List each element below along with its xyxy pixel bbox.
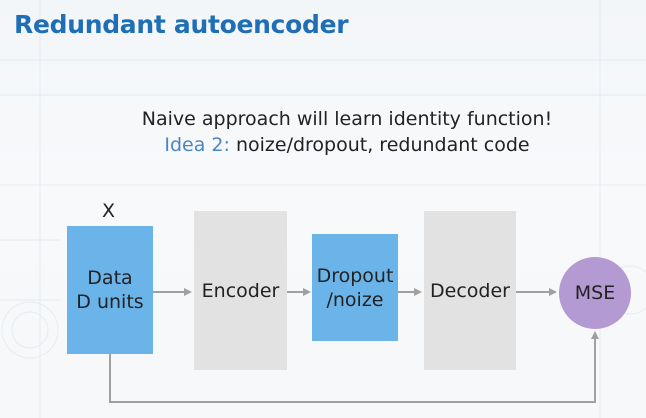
- mse-label: MSE: [574, 282, 616, 304]
- dropout-block-line-2: /noize: [326, 288, 384, 311]
- subtitle-line-2: Idea 2: noize/dropout, redundant code: [24, 134, 646, 156]
- idea-text: noize/dropout, redundant code: [229, 134, 530, 156]
- dropout-block-line-1: Dropout: [316, 264, 394, 287]
- mse-node: MSE: [559, 257, 631, 329]
- idea-label: Idea 2:: [164, 134, 230, 156]
- encoder-label: Encoder: [201, 279, 280, 302]
- page-title: Redundant autoencoder: [14, 10, 349, 39]
- data-block-line-1: Data: [87, 267, 133, 289]
- data-block: Data D units: [67, 226, 153, 354]
- background-texture: [0, 0, 646, 418]
- input-label-x: X: [102, 200, 116, 222]
- dropout-block: Dropout /noize: [312, 234, 398, 341]
- decoder-block: Decoder: [424, 211, 516, 370]
- data-block-line-2: D units: [76, 291, 144, 313]
- encoder-block: Encoder: [194, 211, 287, 370]
- subtitle-line-1: Naive approach will learn identity funct…: [141, 108, 553, 130]
- decoder-label: Decoder: [430, 279, 510, 302]
- slide: Redundant autoencoder Naive approach wil…: [0, 0, 646, 418]
